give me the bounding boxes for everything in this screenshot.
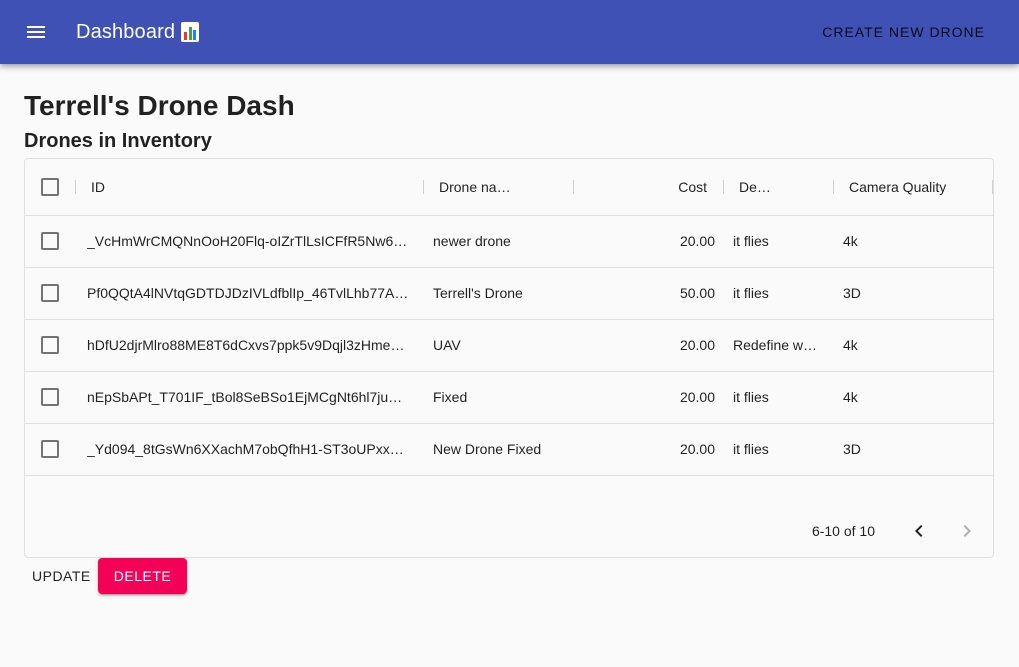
- cell-drone-name: Fixed: [433, 389, 468, 405]
- pagination-info: 6-10 of 10: [811, 523, 875, 539]
- cell-camera-quality: 4k: [843, 337, 858, 353]
- column-separator[interactable]: [992, 180, 993, 194]
- select-all-checkbox[interactable]: [41, 178, 59, 196]
- update-button[interactable]: UPDATE: [24, 562, 99, 590]
- cell-camera-quality: 3D: [843, 285, 861, 301]
- chevron-right-icon: [963, 525, 971, 537]
- chevron-left-icon: [915, 525, 923, 537]
- app-bar: Dashboard CREATE NEW DRONE: [0, 0, 1019, 64]
- cell-id: nEpSbAPt_T701IF_tBol8SeBSo1EjMCgNt6hl7ju…: [87, 371, 417, 423]
- cell-id-text: _VcHmWrCMQNnOoH20Flq-oIZrTlLsICFfR5Nw6…: [87, 233, 408, 249]
- next-page-button[interactable]: [955, 519, 979, 543]
- cell-id-text: nEpSbAPt_T701IF_tBol8SeBSo1EjMCgNt6hl7ju…: [87, 389, 403, 405]
- row-checkbox[interactable]: [41, 232, 59, 250]
- cell-description: it flies: [733, 441, 769, 457]
- menu-button[interactable]: [12, 8, 60, 56]
- drone-data-grid: ID Drone na… Cost De… Camera Quality _Vc…: [24, 158, 994, 558]
- cell-id-text: _Yd094_8tGsWn6XXachM7obQfhH1-ST3oUPxx…: [87, 441, 404, 457]
- table-row[interactable]: nEpSbAPt_T701IF_tBol8SeBSo1EjMCgNt6hl7ju…: [25, 371, 993, 424]
- column-separator[interactable]: [573, 180, 574, 194]
- section-title: Drones in Inventory: [24, 130, 212, 152]
- cell-cost: 20.00: [679, 337, 715, 353]
- cell-id: _Yd094_8tGsWn6XXachM7obQfhH1-ST3oUPxx…: [87, 423, 417, 475]
- app-title: Dashboard: [76, 20, 200, 44]
- row-checkbox[interactable]: [41, 440, 59, 458]
- row-checkbox[interactable]: [41, 388, 59, 406]
- cell-id-text: hDfU2djrMlro88ME8T6dCxvs7ppk5v9Dqjl3zHme…: [87, 337, 405, 353]
- table-row[interactable]: _VcHmWrCMQNnOoH20Flq-oIZrTlLsICFfR5Nw6… …: [25, 215, 993, 268]
- cell-id: _VcHmWrCMQNnOoH20Flq-oIZrTlLsICFfR5Nw6…: [87, 215, 417, 267]
- cell-cost: 50.00: [679, 285, 715, 301]
- row-checkbox[interactable]: [41, 336, 59, 354]
- cell-drone-name: Terrell's Drone: [433, 285, 523, 301]
- cell-drone-name: newer drone: [433, 233, 511, 249]
- cell-camera-quality: 3D: [843, 441, 861, 457]
- cell-camera-quality: 4k: [843, 233, 858, 249]
- cell-camera-quality: 4k: [843, 389, 858, 405]
- column-header-description[interactable]: De…: [739, 159, 829, 215]
- app-title-text: Dashboard: [76, 20, 176, 43]
- delete-button[interactable]: DELETE: [98, 558, 187, 594]
- column-separator[interactable]: [723, 180, 724, 194]
- column-header-drone-name[interactable]: Drone na…: [439, 159, 569, 215]
- cell-cost: 20.00: [679, 389, 715, 405]
- create-new-drone-button[interactable]: CREATE NEW DRONE: [810, 18, 997, 46]
- column-header-cost[interactable]: Cost: [585, 159, 707, 215]
- column-separator[interactable]: [833, 180, 834, 194]
- column-header-id[interactable]: ID: [91, 159, 421, 215]
- column-separator[interactable]: [75, 180, 76, 194]
- menu-icon: [27, 26, 45, 38]
- cell-id-text: Pf0QQtA4lNVtqGDTDJDzIVLdfblIp_46TvlLhb77…: [87, 285, 409, 301]
- column-separator[interactable]: [423, 180, 424, 194]
- cell-id: Pf0QQtA4lNVtqGDTDJDzIVLdfblIp_46TvlLhb77…: [87, 267, 417, 319]
- bar-chart-emoji-icon: [181, 22, 200, 42]
- table-row[interactable]: _Yd094_8tGsWn6XXachM7obQfhH1-ST3oUPxx… N…: [25, 423, 993, 476]
- row-checkbox[interactable]: [41, 284, 59, 302]
- cell-description: it flies: [733, 285, 769, 301]
- cell-description: it flies: [733, 233, 769, 249]
- cell-id: hDfU2djrMlro88ME8T6dCxvs7ppk5v9Dqjl3zHme…: [87, 319, 417, 371]
- table-header-row: ID Drone na… Cost De… Camera Quality: [25, 159, 993, 216]
- page-title: Terrell's Drone Dash: [24, 90, 295, 121]
- cell-description: it flies: [733, 389, 769, 405]
- cell-description: Redefine w…: [733, 337, 818, 353]
- table-row[interactable]: Pf0QQtA4lNVtqGDTDJDzIVLdfblIp_46TvlLhb77…: [25, 267, 993, 320]
- cell-drone-name: UAV: [433, 337, 461, 353]
- column-header-camera-quality[interactable]: Camera Quality: [849, 159, 989, 215]
- cell-cost: 20.00: [679, 233, 715, 249]
- cell-drone-name: New Drone Fixed: [433, 441, 542, 457]
- cell-cost: 20.00: [679, 441, 715, 457]
- table-row[interactable]: hDfU2djrMlro88ME8T6dCxvs7ppk5v9Dqjl3zHme…: [25, 319, 993, 372]
- previous-page-button[interactable]: [907, 519, 931, 543]
